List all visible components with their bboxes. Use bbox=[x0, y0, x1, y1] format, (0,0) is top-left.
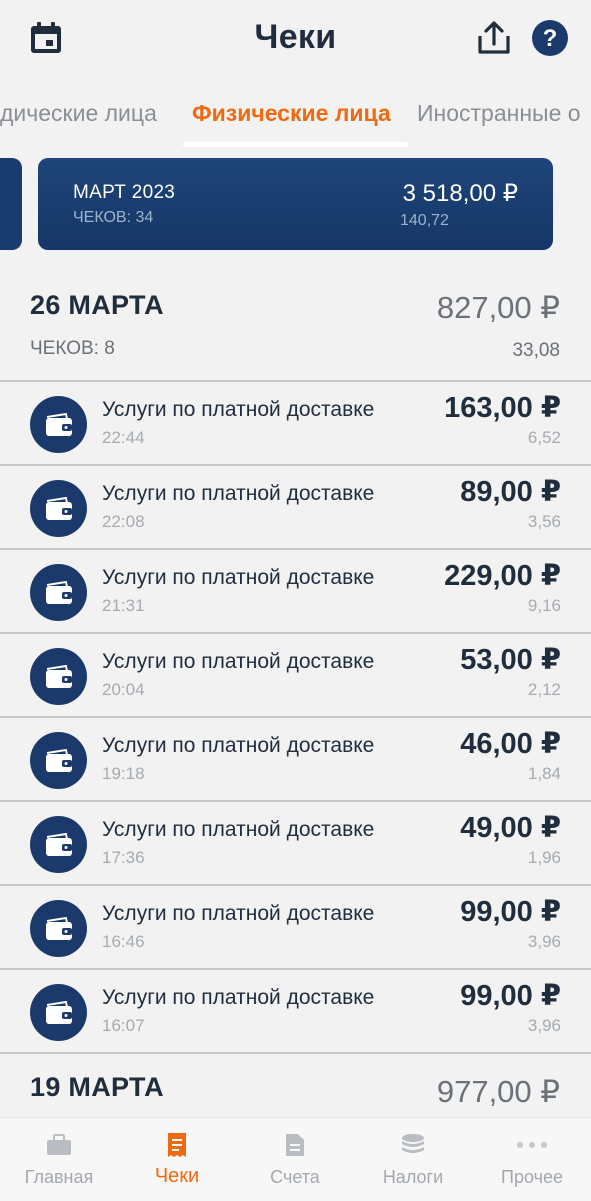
day-amount: 977,00 ₽ bbox=[436, 1074, 560, 1109]
receipt-amount: 99,00 ₽ bbox=[460, 980, 561, 1012]
receipt-time: 16:07 bbox=[102, 1016, 145, 1035]
receipt-row[interactable]: Услуги по платной доставке 21:31 229,00 … bbox=[0, 548, 591, 632]
receipt-row[interactable]: Услуги по платной доставке 16:46 99,00 ₽… bbox=[0, 884, 591, 968]
receipt-time: 20:04 bbox=[102, 680, 145, 699]
coins-icon bbox=[354, 1132, 472, 1158]
tab-legal-entities[interactable]: дические лица bbox=[0, 100, 157, 127]
receipt-amount: 229,00 ₽ bbox=[444, 560, 561, 592]
receipt-amount: 49,00 ₽ bbox=[460, 812, 561, 844]
receipt-row[interactable]: Услуги по платной доставке 22:44 163,00 … bbox=[0, 380, 591, 464]
app-header: Чеки ? bbox=[0, 0, 591, 78]
receipt-row[interactable]: Услуги по платной доставке 19:18 46,00 ₽… bbox=[0, 716, 591, 800]
summary-amount: 3 518,00 ₽ bbox=[402, 180, 518, 207]
receipt-title: Услуги по платной доставке bbox=[102, 734, 375, 757]
receipt-amount: 53,00 ₽ bbox=[460, 644, 561, 676]
receipt-amount: 46,00 ₽ bbox=[460, 728, 561, 760]
nav-label: Налоги bbox=[382, 1167, 444, 1187]
receipt-title: Услуги по платной доставке bbox=[102, 398, 375, 421]
wallet-icon bbox=[30, 984, 87, 1041]
receipt-time: 19:18 bbox=[102, 764, 145, 783]
receipt-tax: 1,84 bbox=[527, 764, 561, 783]
help-glyph: ? bbox=[543, 25, 558, 52]
receipt-tax: 3,96 bbox=[527, 932, 561, 951]
nav-item-home[interactable]: Главная bbox=[0, 1118, 118, 1201]
receipt-tax: 6,52 bbox=[527, 428, 561, 447]
wallet-icon bbox=[30, 900, 87, 957]
receipt-tax: 3,96 bbox=[527, 1016, 561, 1035]
active-tab-indicator bbox=[183, 142, 408, 147]
receipt-time: 22:44 bbox=[102, 428, 145, 447]
nav-label: Главная bbox=[24, 1167, 94, 1187]
day-tax: 33,08 bbox=[512, 340, 560, 361]
receipt-time: 17:36 bbox=[102, 848, 145, 867]
receipt-amount: 163,00 ₽ bbox=[444, 392, 561, 424]
day-title: 19 МАРТА bbox=[30, 1072, 164, 1102]
nav-label: Прочее bbox=[501, 1167, 563, 1187]
nav-item-more[interactable]: Прочее bbox=[473, 1118, 591, 1201]
receipt-icon bbox=[118, 1132, 236, 1158]
previous-month-card[interactable] bbox=[0, 158, 22, 250]
receipt-tax: 2,12 bbox=[527, 680, 561, 699]
receipt-row[interactable]: Услуги по платной доставке 16:07 99,00 ₽… bbox=[0, 968, 591, 1054]
wallet-icon bbox=[30, 396, 87, 453]
receipt-row[interactable]: Услуги по платной доставке 20:04 53,00 ₽… bbox=[0, 632, 591, 716]
receipt-tax: 1,96 bbox=[527, 848, 561, 867]
day-title: 26 МАРТА bbox=[30, 290, 164, 320]
receipt-title: Услуги по платной доставке bbox=[102, 482, 375, 505]
tab-foreign-entities[interactable]: Иностранные о bbox=[417, 100, 581, 127]
receipt-title: Услуги по платной доставке bbox=[102, 566, 375, 589]
receipt-tax: 3,56 bbox=[527, 512, 561, 531]
receipt-row[interactable]: Услуги по платной доставке 22:08 89,00 ₽… bbox=[0, 464, 591, 548]
receipt-title: Услуги по платной доставке bbox=[102, 902, 375, 925]
summary-month: МАРТ 2023 bbox=[73, 182, 176, 203]
day-amount: 827,00 ₽ bbox=[436, 290, 560, 325]
receipt-title: Услуги по платной доставке bbox=[102, 818, 375, 841]
summary-tax: 140,72 bbox=[400, 212, 449, 229]
receipt-row[interactable]: Услуги по платной доставке 17:36 49,00 ₽… bbox=[0, 800, 591, 884]
nav-label: Счета bbox=[270, 1167, 320, 1187]
tab-bar: дические лица Физические лица Иностранны… bbox=[0, 90, 591, 150]
nav-item-taxes[interactable]: Налоги bbox=[354, 1118, 472, 1201]
receipt-amount: 99,00 ₽ bbox=[460, 896, 561, 928]
day-group-header: 19 МАРТА 977,00 ₽ bbox=[0, 1072, 591, 1117]
receipt-amount: 89,00 ₽ bbox=[460, 476, 561, 508]
receipt-tax: 9,16 bbox=[527, 596, 561, 615]
receipt-time: 21:31 bbox=[102, 596, 145, 615]
receipt-list: Услуги по платной доставке 22:44 163,00 … bbox=[0, 380, 591, 1054]
receipt-title: Услуги по платной доставке bbox=[102, 986, 375, 1009]
wallet-icon bbox=[30, 564, 87, 621]
wallet-icon bbox=[30, 816, 87, 873]
month-summary-card[interactable]: МАРТ 2023 ЧЕКОВ: 34 3 518,00 ₽ 140,72 bbox=[38, 158, 553, 250]
nav-label: Чеки bbox=[154, 1165, 200, 1187]
document-icon bbox=[236, 1132, 354, 1158]
more-icon bbox=[473, 1132, 591, 1158]
wallet-icon bbox=[30, 732, 87, 789]
nav-item-accounts[interactable]: Счета bbox=[236, 1118, 354, 1201]
share-icon[interactable] bbox=[474, 18, 514, 58]
tab-individuals[interactable]: Физические лица bbox=[192, 100, 391, 127]
receipt-title: Услуги по платной доставке bbox=[102, 650, 375, 673]
help-icon[interactable]: ? bbox=[531, 19, 569, 57]
bottom-navigation: Главная Чеки Счета Налоги Прочее bbox=[0, 1117, 591, 1201]
summary-receipt-count: ЧЕКОВ: 34 bbox=[73, 209, 154, 226]
receipt-time: 16:46 bbox=[102, 932, 145, 951]
wallet-icon bbox=[30, 480, 87, 537]
wallet-icon bbox=[30, 648, 87, 705]
briefcase-icon bbox=[0, 1132, 118, 1158]
nav-item-receipts[interactable]: Чеки bbox=[118, 1118, 236, 1201]
day-receipt-count: ЧЕКОВ: 8 bbox=[30, 338, 115, 359]
receipt-time: 22:08 bbox=[102, 512, 145, 531]
